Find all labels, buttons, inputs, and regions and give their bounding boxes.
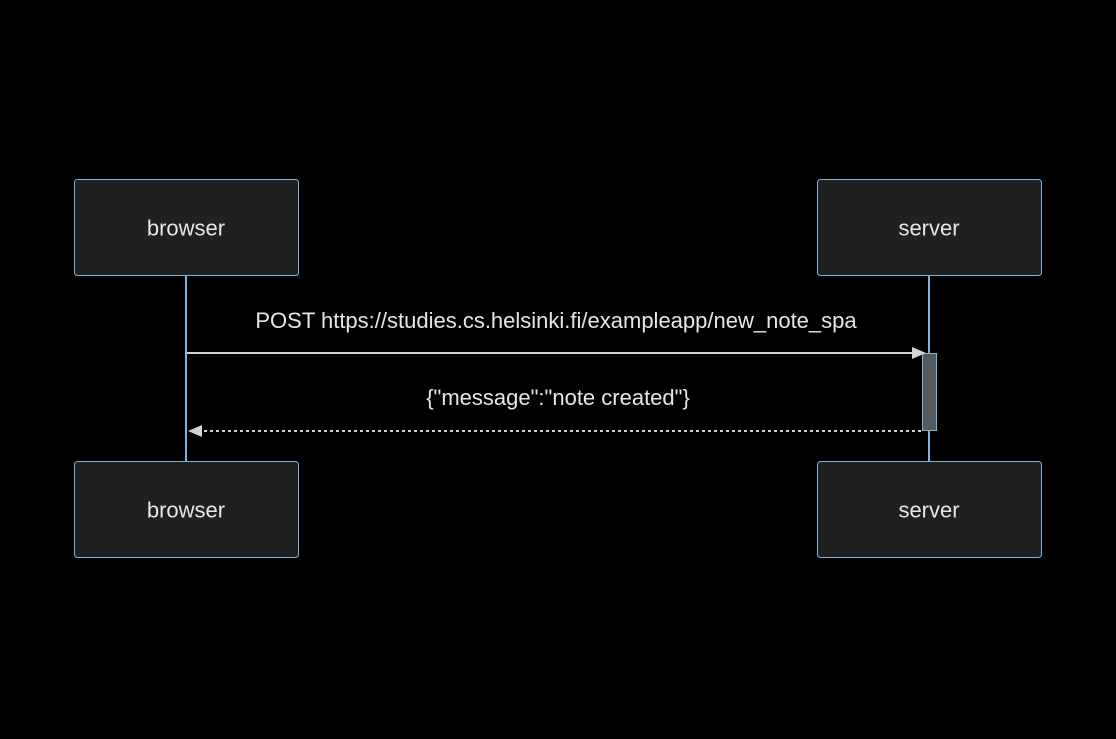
actor-browser-bottom: browser (74, 461, 299, 558)
actor-browser-bottom-label: browser (147, 498, 225, 523)
sequence-diagram: browser server POST https://studies.cs.h… (0, 0, 1116, 739)
actor-browser-top-label: browser (147, 216, 225, 241)
diagram-svg: browser server POST https://studies.cs.h… (74, 179, 1042, 558)
message-2-arrowhead (188, 425, 202, 437)
message-1: POST https://studies.cs.helsinki.fi/exam… (187, 308, 926, 359)
actor-server-bottom: server (817, 461, 1042, 558)
message-2-label: {"message":"note created"} (426, 385, 690, 410)
actor-server-top: server (817, 179, 1042, 276)
actor-browser-top: browser (74, 179, 299, 276)
actor-server-top-label: server (898, 216, 959, 241)
message-2: {"message":"note created"} (188, 385, 921, 437)
actor-server-bottom-label: server (898, 498, 959, 523)
server-activation-bar (922, 353, 937, 431)
message-1-label: POST https://studies.cs.helsinki.fi/exam… (255, 308, 857, 333)
